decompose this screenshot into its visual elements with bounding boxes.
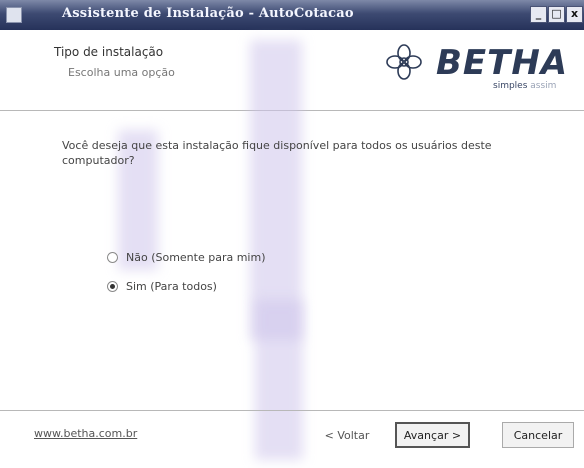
- brand-tagline: simples assim: [493, 81, 556, 91]
- window-title: Assistente de Instalação - AutoCotacao: [62, 6, 354, 21]
- tagline-soft: assim: [530, 81, 557, 91]
- step-subtitle: Escolha uma opção: [68, 66, 175, 79]
- title-bar[interactable]: Assistente de Instalação - AutoCotacao _…: [0, 0, 584, 30]
- step-title: Tipo de instalação: [54, 45, 164, 59]
- radio-button-selected[interactable]: [107, 281, 118, 292]
- back-button[interactable]: < Voltar: [312, 422, 382, 448]
- betha-logo-icon: [386, 44, 422, 80]
- option-only-me[interactable]: Não (Somente para mim): [107, 251, 266, 264]
- install-question: Você deseja que esta instalação fique di…: [62, 139, 492, 167]
- option-label: Sim (Para todos): [126, 280, 217, 293]
- radio-button[interactable]: [107, 252, 118, 263]
- option-label: Não (Somente para mim): [126, 251, 266, 264]
- maximize-button[interactable]: □: [548, 6, 565, 23]
- footer-divider: [0, 410, 584, 411]
- cancel-button[interactable]: Cancelar: [502, 422, 574, 448]
- tagline-strong: simples: [493, 81, 528, 91]
- scan-smudge: [250, 40, 302, 340]
- app-icon: [6, 7, 22, 23]
- scan-smudge: [255, 300, 303, 460]
- brand-name: BETHA: [436, 43, 569, 83]
- option-all-users[interactable]: Sim (Para todos): [107, 280, 217, 293]
- close-button[interactable]: x: [566, 6, 583, 23]
- next-button[interactable]: Avançar >: [395, 422, 470, 448]
- website-link[interactable]: www.betha.com.br: [34, 427, 137, 440]
- minimize-button[interactable]: _: [530, 6, 547, 23]
